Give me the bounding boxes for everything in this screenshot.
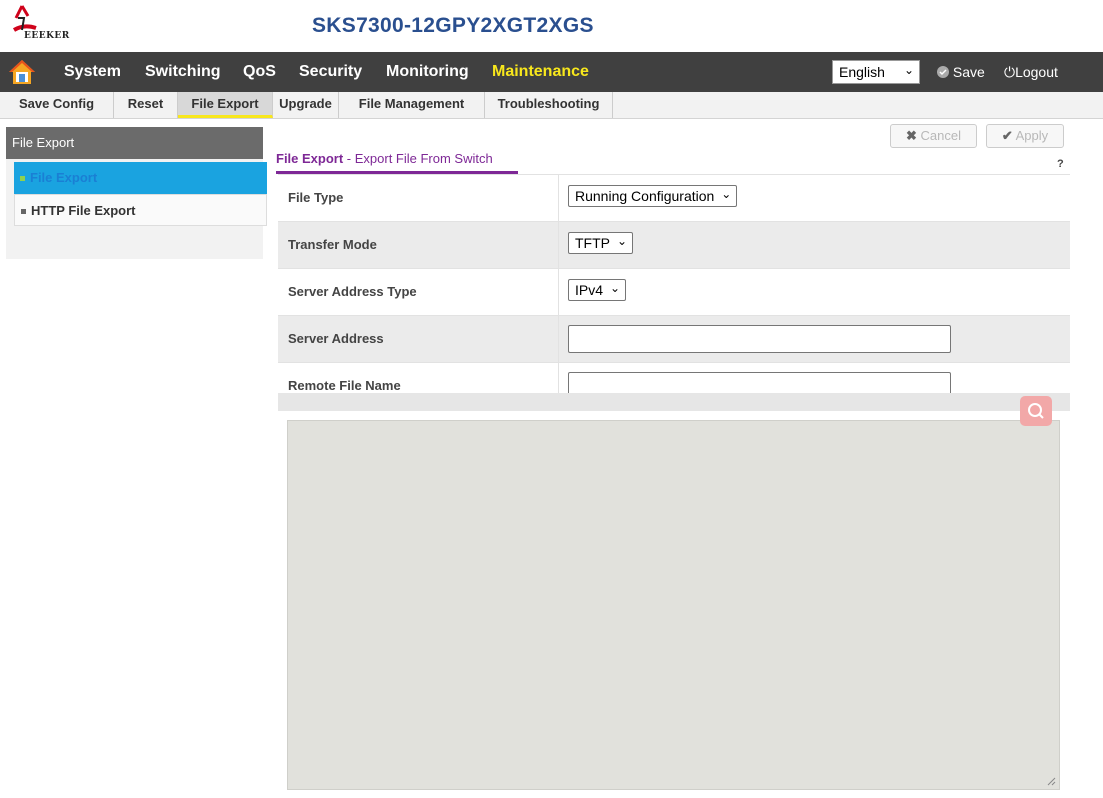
cancel-label: Cancel (920, 128, 961, 143)
nav-system[interactable]: System (64, 63, 121, 81)
tab-reset[interactable]: Reset (114, 92, 178, 118)
bullet-icon (20, 176, 25, 182)
header: EEEKER SKS7300-12GPY2XGT2XGS (0, 0, 1103, 52)
row-server-address: Server Address (278, 316, 1070, 363)
logout-label: Logout (1015, 64, 1058, 80)
home-icon[interactable] (8, 58, 36, 86)
row-file-type: File Type Running Configuration ⌄ (278, 174, 1070, 222)
logout-button[interactable]: ⏻Logout (1004, 64, 1058, 81)
server-address-label: Server Address (288, 331, 384, 346)
sidebar-header: File Export (6, 127, 263, 159)
save-button[interactable]: Save (937, 64, 985, 80)
nav-qos[interactable]: QoS (243, 63, 276, 81)
tab-save-config[interactable]: Save Config (0, 92, 114, 118)
row-server-address-type: Server Address Type IPv4 ⌄ (278, 269, 1070, 316)
close-icon: ✖ (906, 128, 917, 143)
column-divider (558, 269, 559, 315)
tab-file-export[interactable]: File Export (178, 92, 273, 118)
nav-security[interactable]: Security (299, 63, 362, 81)
apply-label: Apply (1015, 128, 1049, 143)
server-address-type-select[interactable]: IPv4 ⌄ (568, 279, 627, 301)
transfer-mode-value: TFTP (575, 235, 610, 251)
output-panel (278, 411, 1070, 798)
file-export-form: File Type Running Configuration ⌄ Transf… (278, 174, 1070, 410)
server-address-type-value: IPv4 (575, 282, 604, 298)
page-subtitle: - Export File From Switch (343, 151, 493, 166)
sidebar-item-label: File Export (30, 170, 98, 185)
nav-switching[interactable]: Switching (145, 63, 221, 81)
transfer-mode-label: Transfer Mode (288, 237, 377, 252)
page-title: File Export - Export File From Switch (276, 151, 493, 166)
device-title: SKS7300-12GPY2XGT2XGS (312, 14, 594, 37)
sub-nav: Save Config Reset File Export Upgrade Fi… (0, 92, 1103, 119)
nav-monitoring[interactable]: Monitoring (386, 63, 469, 81)
logo-text: EEEKER (24, 31, 70, 41)
bullet-icon (21, 209, 26, 215)
row-transfer-mode: Transfer Mode TFTP ⌄ (278, 222, 1070, 269)
separator-strip (278, 393, 1070, 411)
chevron-down-icon: ⌄ (616, 234, 627, 248)
nav-maintenance[interactable]: Maintenance (492, 63, 589, 81)
check-circle-icon (937, 66, 949, 78)
check-icon: ✔ (1001, 128, 1013, 143)
server-address-type-label: Server Address Type (288, 284, 417, 299)
chevron-down-icon: ⌄ (609, 281, 621, 295)
column-divider (558, 316, 559, 362)
chevron-down-icon: ⌄ (903, 63, 914, 77)
column-divider (558, 175, 559, 221)
power-icon: ⏻ (1004, 64, 1016, 80)
language-value: English (839, 64, 885, 80)
help-icon[interactable]: ? (1057, 158, 1064, 170)
page-title-main: File Export (276, 151, 344, 166)
language-select[interactable]: English ⌄ (832, 60, 920, 84)
chevron-down-icon: ⌄ (721, 187, 732, 201)
sidebar-item-file-export[interactable]: File Export (14, 162, 267, 194)
save-label: Save (952, 64, 985, 80)
apply-button[interactable]: ✔ Apply (986, 124, 1064, 148)
server-address-input[interactable] (568, 325, 951, 353)
file-type-label: File Type (288, 190, 344, 205)
sidebar: File Export File Export HTTP File Export (6, 127, 267, 259)
tab-troubleshooting[interactable]: Troubleshooting (485, 92, 613, 118)
tab-upgrade[interactable]: Upgrade (273, 92, 339, 118)
sidebar-item-label: HTTP File Export (31, 203, 136, 218)
search-icon[interactable] (1020, 396, 1052, 426)
brand-logo: EEEKER (10, 4, 90, 48)
output-textarea[interactable] (287, 420, 1060, 790)
cancel-button[interactable]: ✖ Cancel (890, 124, 977, 148)
tab-file-management[interactable]: File Management (339, 92, 485, 118)
column-divider (558, 222, 559, 268)
file-type-value: Running Configuration (575, 188, 715, 204)
file-type-select[interactable]: Running Configuration ⌄ (568, 185, 738, 207)
sidebar-item-http-file-export[interactable]: HTTP File Export (14, 194, 267, 226)
resize-grip-icon[interactable] (1046, 776, 1056, 786)
transfer-mode-select[interactable]: TFTP ⌄ (568, 232, 633, 254)
